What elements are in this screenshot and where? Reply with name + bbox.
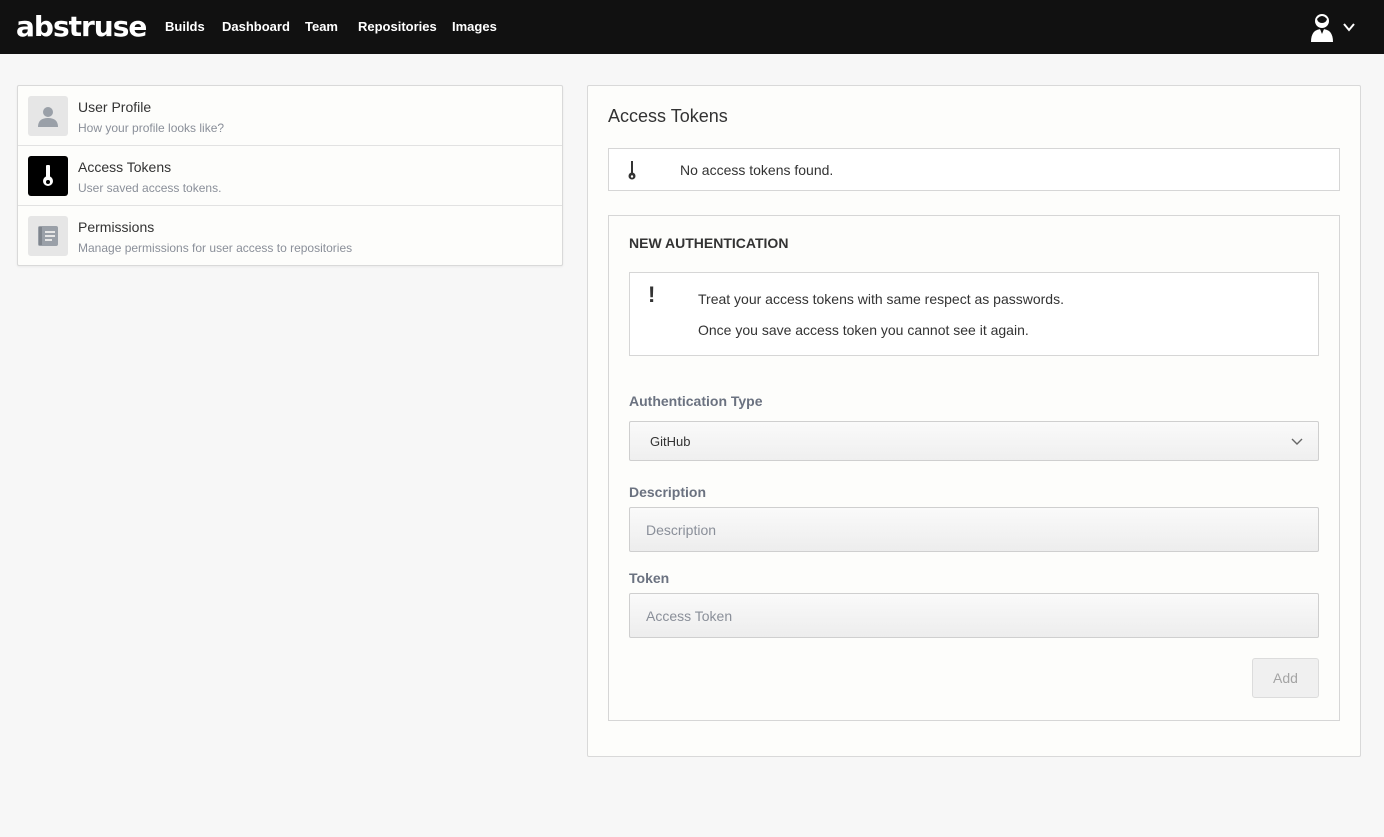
description-input[interactable] [629, 507, 1319, 552]
top-navbar: abstruse Builds Dashboard Team Repositor… [0, 0, 1384, 54]
warning-text: Treat your access tokens with same respe… [698, 291, 1064, 307]
menu-item-title: Permissions [78, 219, 155, 235]
chevron-down-icon [1343, 23, 1355, 32]
user-menu-button[interactable] [1308, 12, 1360, 44]
menu-item-user-profile[interactable]: User Profile How your profile looks like… [18, 86, 562, 146]
user-avatar-icon [1311, 14, 1333, 42]
exclamation-icon: ! [648, 282, 656, 307]
page-title: Access Tokens [608, 106, 728, 126]
menu-item-permissions[interactable]: Permissions Manage permissions for user … [18, 206, 562, 266]
access-tokens-panel: Access Tokens No access tokens found. NE… [587, 85, 1361, 757]
user-icon [28, 96, 68, 136]
empty-tokens-notice: No access tokens found. [608, 148, 1340, 191]
app-logo[interactable]: abstruse [16, 8, 147, 46]
menu-item-subtitle: Manage permissions for user access to re… [78, 241, 353, 255]
nav-builds-link[interactable]: Builds [165, 18, 205, 36]
nav-repositories-link[interactable]: Repositories [358, 18, 437, 36]
empty-tokens-message: No access tokens found. [680, 162, 834, 178]
add-button[interactable]: Add [1252, 658, 1319, 698]
menu-item-title: User Profile [78, 99, 152, 115]
token-input[interactable] [629, 593, 1319, 638]
description-label: Description [629, 484, 707, 500]
menu-item-subtitle: How your profile looks like? [78, 121, 225, 135]
nav-images-link[interactable]: Images [452, 18, 497, 36]
key-icon [628, 161, 636, 180]
form-title: NEW AUTHENTICATION [629, 235, 789, 251]
menu-item-title: Access Tokens [78, 159, 172, 175]
chevron-down-icon [1291, 438, 1303, 445]
auth-type-select[interactable]: GitHub [629, 421, 1319, 461]
new-authentication-form: NEW AUTHENTICATION ! Treat your access t… [608, 215, 1340, 721]
key-icon [28, 156, 68, 196]
nav-team-link[interactable]: Team [305, 18, 338, 36]
document-icon [28, 216, 68, 256]
settings-menu: User Profile How your profile looks like… [17, 85, 563, 266]
menu-item-access-tokens[interactable]: Access Tokens User saved access tokens. [18, 146, 562, 206]
warning-text: Once you save access token you cannot se… [698, 322, 1029, 338]
nav-dashboard-link[interactable]: Dashboard [222, 18, 290, 36]
menu-item-subtitle: User saved access tokens. [78, 181, 222, 195]
warning-notice: ! Treat your access tokens with same res… [629, 272, 1319, 356]
auth-type-label: Authentication Type [629, 393, 763, 409]
token-label: Token [629, 570, 670, 586]
auth-type-value: GitHub [650, 434, 691, 449]
